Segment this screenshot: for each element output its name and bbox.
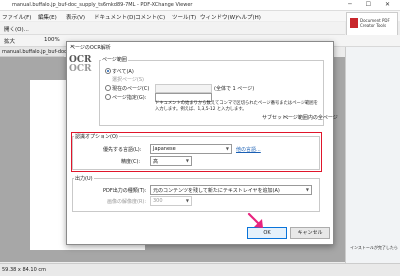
radio-all-pages[interactable]: [105, 68, 111, 74]
subset-value[interactable]: ページ範囲内の全ページ: [283, 114, 338, 121]
resolution-select-value: 300: [153, 198, 163, 204]
menu-bar: ファイル(F) 編集(E) 表示(V) ドキュメント(D) コメント(C) ツー…: [0, 11, 400, 21]
menu-tools[interactable]: ツール(T): [172, 13, 196, 21]
resolution-label: 画像の解像度(R):: [107, 199, 147, 205]
output-type-label: PDF出力の種類(T):: [103, 188, 147, 194]
output-group: [72, 178, 320, 212]
output-legend: 出力(U): [74, 175, 94, 182]
menu-document[interactable]: ドキュメント(D): [94, 13, 136, 21]
main-toolbar: 開く(O)...: [0, 22, 345, 35]
brand-logo: Document PDF Creator Tools: [346, 12, 398, 36]
brand-logo-icon: [350, 18, 358, 28]
chevron-down-icon: ▼: [185, 198, 189, 203]
open-button[interactable]: 開く(O)...: [4, 25, 29, 33]
brand-logo-text: Document PDF Creator Tools: [360, 18, 390, 28]
zoom-in-button[interactable]: 拡大: [4, 37, 15, 45]
chevron-down-icon: ▼: [305, 187, 309, 192]
app-title: manual.buffalo.jp_buf-doc_supply_ts6mkd8…: [12, 2, 193, 8]
output-type-select[interactable]: 元のコンテンツを残して新たにテキストレイヤを追加(A) ▼: [150, 185, 312, 195]
pointer-arrow-icon: [247, 212, 263, 228]
window-controls[interactable]: ─ ☐ ✕: [348, 1, 396, 8]
ocr-logo-text-ghost: OCR: [69, 64, 92, 74]
page-size-readout: 59.38 x 84.10 cm: [2, 267, 46, 273]
menu-edit[interactable]: 編集(E): [38, 13, 57, 21]
menu-view[interactable]: 表示(V): [66, 13, 85, 21]
ocr-logo: OCR OCR: [69, 56, 97, 80]
zoom-level[interactable]: 100%: [44, 37, 60, 43]
document-tab[interactable]: manual.buffalo.jp_buf-doc...: [0, 47, 72, 57]
menu-comment[interactable]: コメント(C): [135, 13, 165, 21]
radio-current-page[interactable]: [105, 85, 111, 91]
radio-page-specify-label[interactable]: ページ指定(G):: [112, 94, 146, 101]
highlight-box: [71, 132, 322, 172]
output-type-select-value: 元のコンテンツを残して新たにテキストレイヤを追加(A): [153, 188, 280, 194]
document-tab-label: manual.buffalo.jp_buf-doc...: [2, 49, 72, 55]
menu-help[interactable]: ヘルプ(H): [236, 13, 261, 21]
radio-all-pages-label[interactable]: すべて(A): [112, 68, 134, 75]
menu-file[interactable]: ファイル(F): [2, 13, 31, 21]
close-icon[interactable]: ✕: [70, 44, 330, 50]
current-page-field: [155, 84, 212, 93]
right-panel-text: インストールが完了したら: [350, 245, 398, 250]
right-panel: インストールが完了したら: [345, 47, 400, 264]
radio-current-page-label[interactable]: 現在のページ(C): [112, 85, 149, 92]
radio-page-specify[interactable]: [105, 94, 111, 100]
current-page-count: (全体で 1 ページ): [214, 86, 255, 92]
radio-selected-pages-label: 選択ページ(S): [112, 77, 144, 83]
page-range-legend: ページ範囲: [101, 56, 128, 63]
app-titlebar: manual.buffalo.jp_buf-doc_supply_ts6mkd8…: [0, 0, 400, 11]
dialog-titlebar: ページのOCR解析 ✕: [67, 42, 333, 52]
cancel-button[interactable]: キャンセル: [290, 227, 330, 239]
status-bar: 59.38 x 84.10 cm: [0, 263, 400, 276]
menu-window[interactable]: ウィンドウ(W): [200, 13, 237, 21]
page-specify-note: ドキュメントの始まりから数えてコンマで区切られたページ番号またはページ範囲を入力…: [155, 101, 318, 112]
resolution-select: 300 ▼: [150, 196, 192, 206]
